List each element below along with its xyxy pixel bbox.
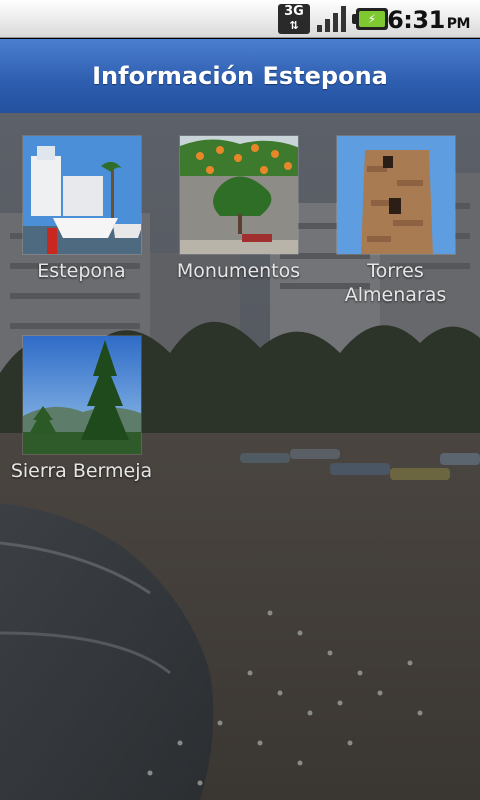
grid-item-estepona[interactable]: Estepona xyxy=(3,135,160,283)
sierra-bermeja-thumbnail xyxy=(21,335,142,455)
clock-time: 6:31 xyxy=(387,6,445,34)
grid-item-torres-almenaras[interactable]: Torres Almenaras xyxy=(317,135,474,307)
grid-item-sierra-bermeja[interactable]: Sierra Bermeja xyxy=(3,335,160,483)
app-title: Información Estepona xyxy=(92,62,388,90)
monumentos-thumbnail xyxy=(178,135,299,255)
status-clock: 6:31 PM xyxy=(387,6,470,34)
app-title-bar: Información Estepona xyxy=(0,39,480,113)
grid-item-monumentos[interactable]: Monumentos xyxy=(160,135,317,283)
torres-almenaras-thumbnail xyxy=(335,135,456,255)
signal-strength-icon xyxy=(317,6,346,32)
grid-item-label: Torres Almenaras xyxy=(344,260,447,306)
grid-item-label: Monumentos xyxy=(176,260,301,282)
status-bar: 3G ⇅ ⚡ 6:31 PM xyxy=(0,0,480,38)
grid-item-label: Sierra Bermeja xyxy=(10,460,153,482)
network-3g-icon: 3G ⇅ xyxy=(278,4,310,34)
grid-item-label: Estepona xyxy=(37,260,126,282)
battery-charging-icon: ⚡ xyxy=(352,8,388,30)
estepona-thumbnail xyxy=(21,135,142,255)
clock-ampm: PM xyxy=(446,16,471,32)
